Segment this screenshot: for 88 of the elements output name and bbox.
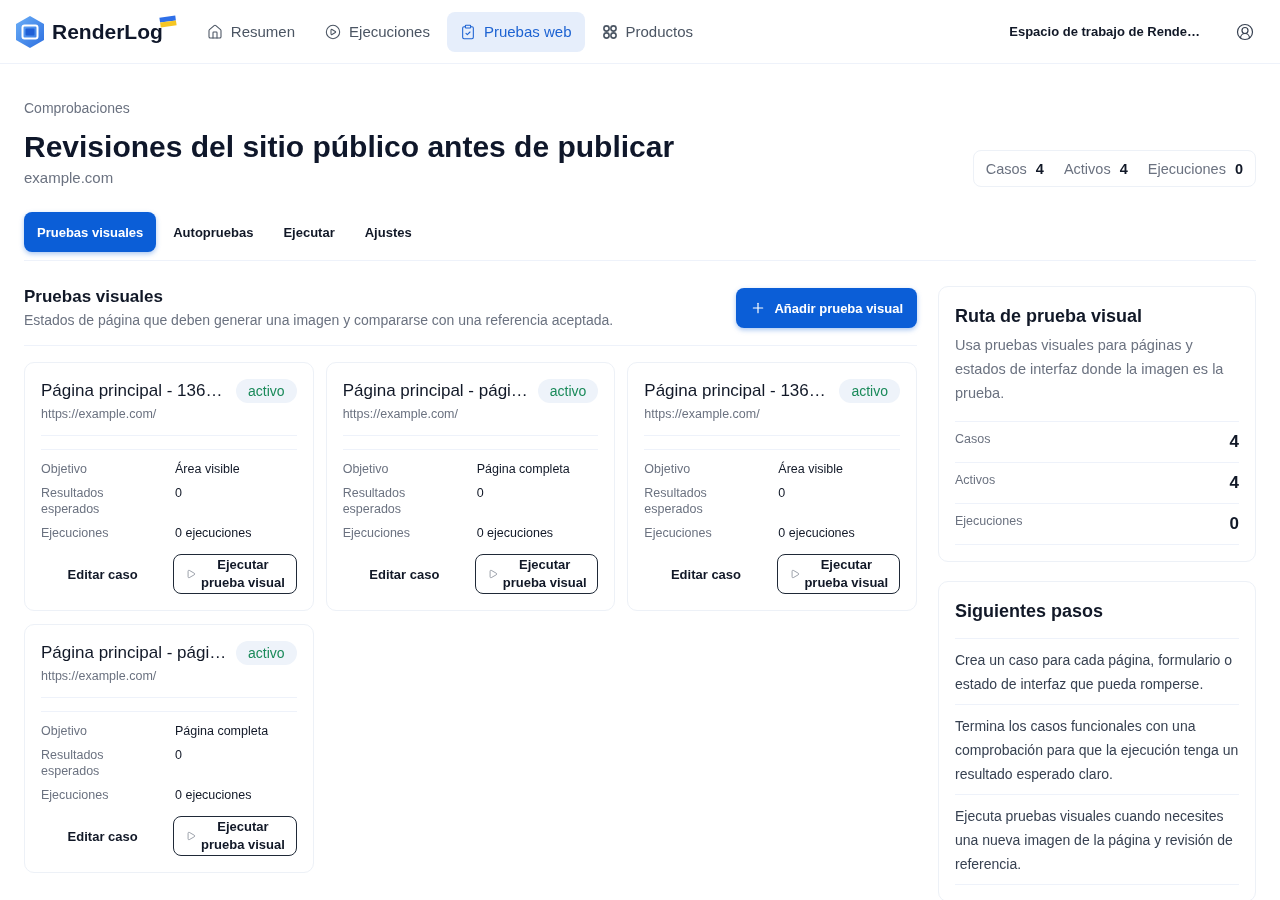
detail-label: Resultados esperados — [342, 485, 407, 517]
detail-label: Objetivo — [644, 461, 692, 477]
detail-label: Resultados esperados — [41, 747, 105, 779]
edit-case-button[interactable]: Editar caso — [41, 816, 165, 856]
case-title: Página principal - 136… — [41, 380, 223, 402]
edit-case-button[interactable]: Editar caso — [644, 554, 768, 594]
clipboard-check-icon — [459, 23, 476, 40]
nav-item[interactable]: Pruebas web — [446, 11, 585, 52]
status-badge: activo — [839, 379, 900, 403]
detail-label: Resultados esperados — [644, 485, 708, 517]
stat-value: 4 — [1119, 160, 1128, 177]
stat-label: Ejecuciones — [955, 513, 1023, 529]
run-visual-test-button[interactable]: Ejecutar prueba visual — [173, 554, 297, 594]
play-icon — [186, 569, 197, 579]
detail-label: Ejecuciones — [644, 525, 713, 541]
case-title: Página principal - 136… — [644, 380, 826, 402]
play-circle-icon — [325, 23, 342, 40]
page-title: Revisiones del sitio público antes de publicar — [24, 129, 675, 165]
case-url: https://example.com/ — [41, 406, 158, 423]
play-icon — [186, 831, 197, 841]
play-icon — [789, 569, 800, 579]
detail-value: Página completa — [476, 461, 571, 477]
edit-case-button[interactable]: Editar caso — [41, 554, 165, 594]
detail-value: Área visible — [778, 461, 844, 477]
stat-label: Ejecuciones — [1147, 160, 1226, 177]
detail-value: 0 ejecuciones — [476, 525, 555, 541]
stat-value: 4 — [1229, 472, 1239, 494]
status-badge: activo — [537, 379, 599, 403]
edit-case-button[interactable]: Editar caso — [342, 554, 466, 594]
tab[interactable]: Autopruebas — [160, 212, 267, 252]
step-text: Crea un caso para cada página, formulario o estado de interfaz que pueda romperse. — [955, 638, 1239, 704]
panel-description: Usa pruebas visuales para páginas y estados de interfaz donde la imagen es la prueba. — [955, 336, 1225, 403]
stat-label: Activos — [1063, 160, 1111, 177]
tab[interactable]: Ajustes — [351, 212, 425, 252]
detail-value: 0 — [476, 485, 485, 502]
status-badge: activo — [236, 641, 297, 665]
run-visual-test-button[interactable]: Ejecutar prueba visual — [173, 816, 297, 856]
detail-value: 0 — [175, 485, 183, 502]
nav-item[interactable]: Resumen — [193, 11, 309, 52]
home-icon — [206, 23, 223, 40]
stat-value: 4 — [1229, 431, 1239, 453]
panel-title: Siguientes pasos — [955, 600, 1105, 623]
detail-value: Área visible — [175, 461, 241, 477]
status-badge: activo — [236, 379, 297, 403]
play-icon — [488, 569, 498, 579]
case-title: Página principal - pági… — [41, 642, 227, 664]
breadcrumb-text: Comprobaciones — [24, 99, 131, 118]
grid-icon — [601, 23, 618, 40]
detail-label: Ejecuciones — [41, 787, 110, 803]
run-visual-test-button[interactable]: Ejecutar prueba visual — [776, 554, 900, 594]
case-title: Página principal - pági… — [342, 380, 528, 402]
detail-value: 0 ejecuciones — [778, 525, 856, 541]
detail-value: Página completa — [175, 723, 270, 739]
add-visual-test-button[interactable]: Añadir prueba visual — [736, 288, 917, 328]
nav-item[interactable]: Productos — [588, 11, 707, 52]
detail-label: Ejecuciones — [342, 525, 412, 541]
logo-icon — [16, 15, 44, 48]
detail-value: 0 ejecuciones — [175, 525, 253, 541]
detail-label: Ejecuciones — [41, 525, 110, 541]
step-text: Ejecuta pruebas visuales cuando necesites una nueva imagen de la página y revisión de referencia. — [955, 794, 1239, 884]
case-url: https://example.com/ — [644, 406, 761, 423]
step-text: Termina los casos funcionales con una comprobación para que la ejecución tenga un resultado esperado claro. — [955, 704, 1239, 794]
workspace-link[interactable]: Espacio de trabajo de Rende… — [1009, 24, 1200, 39]
stat-label: Casos — [985, 160, 1027, 177]
section-description: Estados de página que deben generar una imagen y compararse con una referencia aceptada. — [24, 311, 614, 330]
tab[interactable]: Pruebas visuales — [24, 212, 157, 252]
user-account-icon[interactable] — [1236, 22, 1254, 41]
case-url: https://example.com/ — [342, 406, 459, 423]
stat-value: 0 — [1229, 513, 1239, 535]
detail-value: 0 ejecuciones — [175, 787, 253, 803]
stat-label: Casos — [955, 431, 991, 447]
stat-label: Activos — [955, 472, 996, 488]
section-title: Pruebas visuales — [24, 286, 164, 308]
detail-value: 0 — [778, 485, 787, 502]
brand-name: RenderLog — [52, 19, 163, 44]
case-url: https://example.com/ — [41, 668, 158, 685]
detail-label: Objetivo — [41, 461, 88, 477]
run-visual-test-button[interactable]: Ejecutar prueba visual — [475, 554, 599, 594]
detail-label: Objetivo — [342, 461, 390, 477]
domain-text: example.com — [24, 168, 115, 188]
stat-value: 4 — [1035, 160, 1044, 177]
detail-value: 0 — [175, 747, 183, 764]
stat-value: 0 — [1234, 160, 1243, 177]
nav-item[interactable]: Ejecuciones — [312, 11, 443, 52]
tab[interactable]: Ejecutar — [270, 212, 348, 252]
detail-label: Objetivo — [41, 723, 88, 739]
panel-title: Ruta de prueba visual — [955, 305, 1144, 328]
detail-label: Resultados esperados — [41, 485, 105, 517]
